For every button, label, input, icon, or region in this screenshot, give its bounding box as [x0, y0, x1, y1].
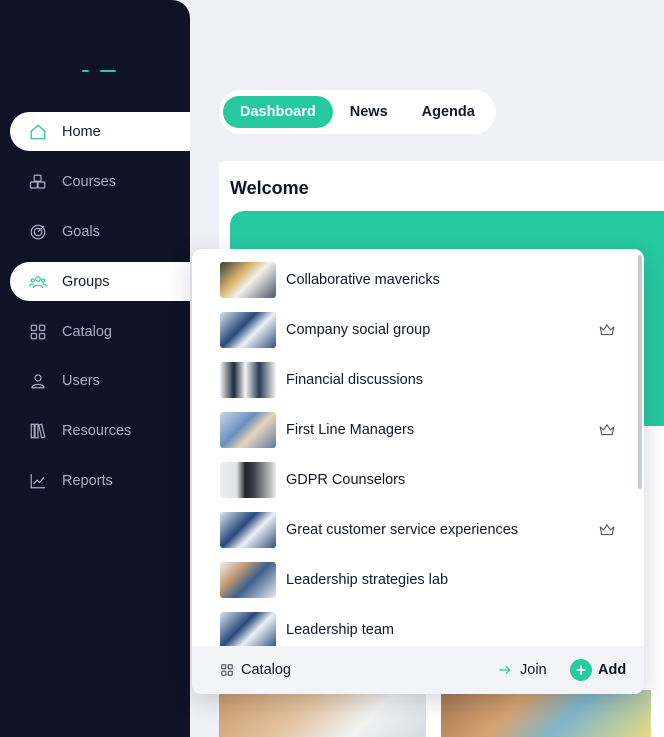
user-icon [28, 371, 48, 391]
content-thumbnail[interactable] [219, 690, 426, 737]
sidebar-item-catalog[interactable]: Catalog [10, 312, 190, 351]
cubes-icon [28, 172, 48, 192]
sidebar-item-label: Home [62, 123, 101, 140]
add-group-button[interactable]: Add [570, 659, 626, 681]
sidebar-item-goals[interactable]: Goals [10, 212, 190, 251]
welcome-title: Welcome [230, 178, 309, 198]
group-item[interactable]: Company social group [220, 311, 620, 349]
group-item[interactable]: Leadership team [220, 611, 620, 646]
sidebar-item-home[interactable]: Home [10, 112, 190, 151]
sidebar-item-label: Groups [62, 273, 110, 290]
groups-dropdown: Collaborative mavericks Company social g… [192, 249, 644, 694]
sidebar-item-label: Reports [62, 472, 113, 489]
sidebar-item-resources[interactable]: Resources [10, 411, 190, 450]
group-item[interactable]: GDPR Counselors [220, 461, 620, 499]
tab-bar: Dashboard News Agenda [219, 90, 496, 134]
logo [80, 70, 120, 74]
group-name: Financial discussions [286, 372, 424, 388]
join-button-label: Join [520, 662, 547, 678]
sidebar-item-label: Goals [62, 223, 100, 240]
chart-line-icon [28, 471, 48, 491]
crown-icon [599, 424, 615, 436]
group-thumbnail [220, 612, 276, 646]
sidebar-item-label: Users [62, 372, 100, 389]
tab-dashboard[interactable]: Dashboard [223, 96, 333, 128]
group-name: Leadership team [286, 622, 395, 638]
groups-dropdown-footer: Catalog Join Add [192, 646, 644, 694]
sidebar-item-users[interactable]: Users [10, 361, 190, 400]
group-item[interactable]: First Line Managers [220, 411, 620, 449]
crown-icon [599, 324, 615, 336]
group-thumbnail [220, 562, 276, 598]
target-icon [28, 222, 48, 242]
group-name: First Line Managers [286, 422, 415, 438]
group-thumbnail [220, 512, 276, 548]
sidebar-item-courses[interactable]: Courses [10, 162, 190, 201]
sidebar-item-label: Courses [62, 173, 116, 190]
scrollbar[interactable] [638, 255, 642, 489]
group-item[interactable]: Great customer service experiences [220, 511, 620, 549]
users-icon [28, 272, 48, 292]
group-item[interactable]: Leadership strategies lab [220, 561, 620, 599]
crown-icon [599, 524, 615, 536]
sidebar: Home Courses Goals Groups Catalog Users [0, 0, 190, 737]
sidebar-item-label: Resources [62, 422, 132, 439]
group-thumbnail [220, 362, 276, 398]
group-thumbnail [220, 262, 276, 298]
group-name: Collaborative mavericks [286, 272, 440, 288]
sidebar-item-groups[interactable]: Groups [10, 262, 190, 301]
arrow-right-icon [499, 665, 511, 675]
catalog-button[interactable]: Catalog [220, 662, 291, 678]
library-icon [28, 421, 48, 441]
group-name: Leadership strategies lab [286, 572, 449, 588]
group-item[interactable]: Financial discussions [220, 361, 620, 399]
content-thumbnail[interactable] [441, 690, 651, 737]
join-button[interactable]: Join [498, 662, 547, 678]
group-name: GDPR Counselors [286, 472, 406, 488]
grid-icon [221, 664, 233, 676]
group-item[interactable]: Collaborative mavericks [220, 261, 620, 299]
home-icon [28, 122, 48, 142]
sidebar-item-label: Catalog [62, 323, 112, 340]
sidebar-item-reports[interactable]: Reports [10, 461, 190, 500]
tab-agenda[interactable]: Agenda [405, 96, 492, 128]
add-button-label: Add [598, 662, 627, 678]
grid-icon [28, 322, 48, 342]
groups-list: Collaborative mavericks Company social g… [192, 249, 644, 646]
group-thumbnail [220, 412, 276, 448]
plus-icon [570, 659, 592, 681]
catalog-button-label: Catalog [241, 662, 291, 678]
group-thumbnail [220, 462, 276, 498]
group-thumbnail [220, 312, 276, 348]
group-name: Great customer service experiences [286, 522, 519, 538]
group-name: Company social group [286, 322, 431, 338]
tab-news[interactable]: News [333, 96, 405, 128]
